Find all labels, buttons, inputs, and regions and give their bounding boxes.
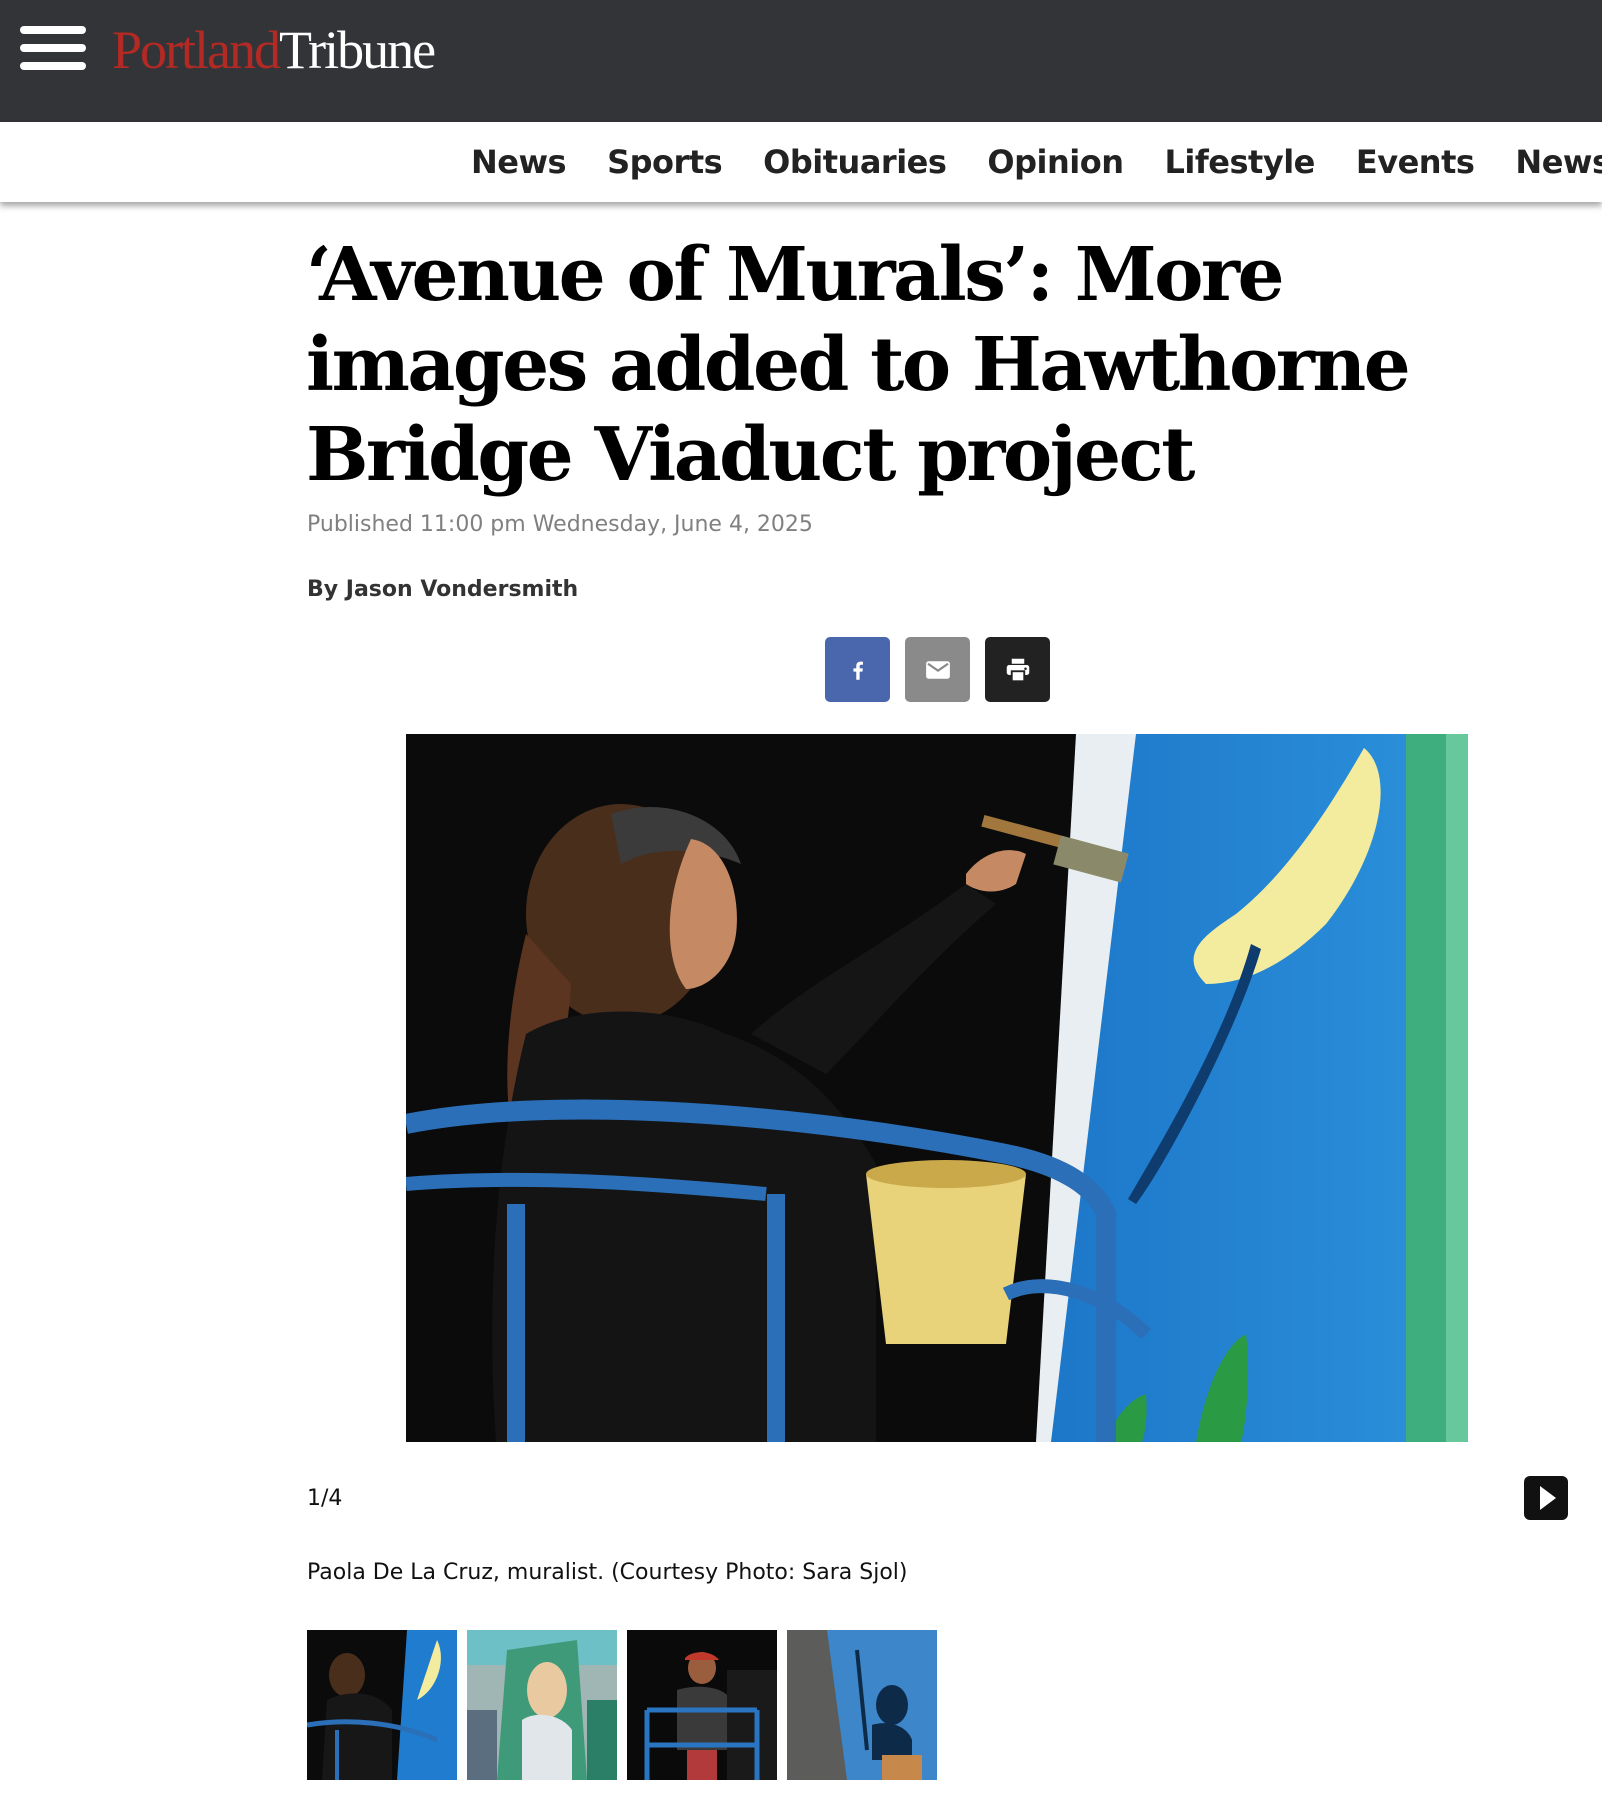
logo-tribune: Tribune xyxy=(279,20,436,80)
thumbnail-image xyxy=(307,1630,457,1780)
menu-line xyxy=(20,26,86,34)
nav-item-newsletters[interactable]: Newsletters xyxy=(1515,143,1602,181)
menu-line xyxy=(20,44,86,52)
logo-portland: Portland xyxy=(112,20,281,80)
email-icon xyxy=(925,660,950,679)
nav-item-news[interactable]: News xyxy=(471,143,567,181)
hamburger-menu-icon[interactable] xyxy=(20,24,86,72)
nav-list: News Sports Obituaries Opinion Lifestyle… xyxy=(471,122,1602,202)
main-nav: News Sports Obituaries Opinion Lifestyle… xyxy=(0,122,1602,202)
share-facebook-button[interactable] xyxy=(825,637,890,702)
facebook-icon xyxy=(852,661,863,680)
thumbnail-image xyxy=(627,1630,777,1780)
print-icon xyxy=(1006,658,1029,682)
gallery-counter: 1/4 xyxy=(307,1486,343,1511)
share-print-button[interactable] xyxy=(985,637,1050,702)
thumbnail-image xyxy=(467,1630,617,1780)
site-logo[interactable]: PortlandTribune xyxy=(112,18,436,82)
gallery-main-photo[interactable] xyxy=(406,734,1468,1442)
gallery-thumbnail-4[interactable] xyxy=(787,1630,937,1780)
nav-item-sports[interactable]: Sports xyxy=(607,143,723,181)
nav-item-events[interactable]: Events xyxy=(1356,143,1475,181)
article-headline: ‘Avenue of Murals’: More images added to… xyxy=(306,232,1411,498)
byline[interactable]: By Jason Vondersmith xyxy=(307,577,578,602)
photo-caption: Paola De La Cruz, muralist. (Courtesy Ph… xyxy=(307,1560,908,1585)
thumbnail-image xyxy=(787,1630,937,1780)
menu-line xyxy=(20,62,86,70)
gallery-thumbnail-1[interactable] xyxy=(307,1630,457,1780)
share-email-button[interactable] xyxy=(905,637,970,702)
play-next-icon xyxy=(1540,1486,1556,1510)
site-header: PortlandTribune xyxy=(0,0,1602,122)
nav-item-opinion[interactable]: Opinion xyxy=(987,143,1124,181)
gallery-thumbnail-2[interactable] xyxy=(467,1630,617,1780)
gallery-next-button[interactable] xyxy=(1524,1476,1568,1520)
nav-item-lifestyle[interactable]: Lifestyle xyxy=(1165,143,1316,181)
published-date: Published 11:00 pm Wednesday, June 4, 20… xyxy=(307,512,813,537)
nav-item-obituaries[interactable]: Obituaries xyxy=(763,143,947,181)
mural-painting-photo xyxy=(406,734,1468,1442)
gallery-thumbnail-3[interactable] xyxy=(627,1630,777,1780)
